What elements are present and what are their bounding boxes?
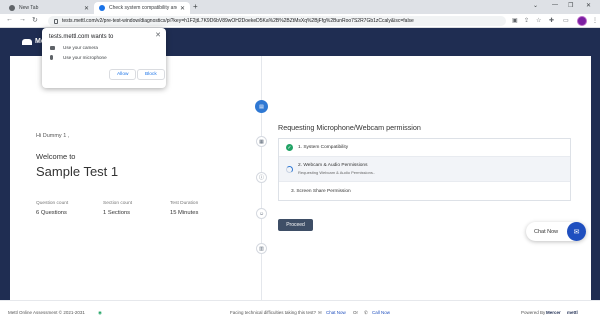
close-icon[interactable]: ✕	[84, 5, 89, 12]
back-arrow-icon[interactable]: ←	[6, 16, 13, 23]
phone-icon: ✆	[364, 310, 368, 315]
stat-question-count: Question count 6 Questions	[36, 201, 68, 216]
permission-heading: Requesting Microphone/Webcam permission	[278, 123, 421, 132]
bookmark-star-icon[interactable]: ☆	[536, 17, 541, 24]
browser-tab-strip: New Tab ✕ Check system compatibility and…	[0, 0, 600, 14]
permission-title: tests.mettl.com wants to	[49, 34, 114, 40]
or-text: Or	[353, 310, 358, 315]
close-icon[interactable]: ✕	[180, 5, 185, 12]
close-icon[interactable]: ✕	[155, 31, 161, 39]
allow-button[interactable]: Allow	[109, 69, 137, 80]
footer: Mettl Online Assessment © 2021-2031 ◉ Fa…	[0, 300, 600, 321]
window-close-icon[interactable]: ✕	[586, 2, 591, 9]
forward-arrow-icon[interactable]: →	[19, 16, 26, 23]
restore-icon[interactable]: ❐	[568, 2, 573, 9]
new-tab-plus-icon[interactable]: +	[193, 2, 198, 11]
mercer-logo: Mercer	[546, 310, 561, 315]
address-bar[interactable]: tests.mettl.com/v2/pre-test-window/diagn…	[48, 16, 506, 26]
profile-avatar[interactable]	[577, 16, 587, 26]
wifi-icon: ◉	[98, 310, 102, 315]
stat-label: Test Duration	[170, 201, 199, 206]
check-item-screen-share: 3. Screen Share Permission	[279, 182, 570, 201]
minimize-icon[interactable]: —	[552, 2, 558, 8]
stat-value: 6 Questions	[36, 210, 67, 216]
stat-label: Question count	[36, 201, 69, 206]
url-text: tests.mettl.com/v2/pre-test-window/diagn…	[62, 18, 414, 24]
mettl-logo: mettl	[567, 310, 578, 315]
check-item-webcam: 2. Webcam & Audio Permissions Requesting…	[279, 157, 570, 182]
permission-item-microphone: Use your microphone	[50, 55, 107, 60]
stat-label: Section count	[103, 201, 133, 206]
menu-kebab-icon[interactable]: ⋮	[592, 17, 598, 24]
extensions-puzzle-icon[interactable]: ✚	[549, 17, 554, 24]
test-name: Sample Test 1	[36, 164, 119, 179]
camera-icon	[50, 45, 55, 50]
chat-now-label: Chat Now	[534, 228, 559, 235]
permission-label: Use your microphone	[63, 55, 107, 60]
powered-by-text: Powered By	[521, 310, 546, 315]
greeting: Hi Dummy 1 ,	[36, 133, 70, 139]
footer-chat-now-link[interactable]: Chat Now	[326, 310, 346, 315]
check-item-system: ✓ 1. System Compatibility	[279, 139, 570, 157]
new-tab-favicon-icon	[9, 5, 15, 11]
step-grid-icon[interactable]: ▦	[256, 136, 267, 147]
camera-blocked-icon[interactable]: ▣	[512, 17, 518, 24]
diagnostics-checklist: ✓ 1. System Compatibility 2. Webcam & Au…	[278, 138, 571, 201]
footer-call-now-link[interactable]: Call Now	[372, 310, 390, 315]
check-label: 2. Webcam & Audio Permissions	[298, 163, 368, 168]
check-sublabel: Requesting Webcam & Audio Permissions..	[298, 170, 376, 175]
browser-toolbar: ← → ↻ tests.mettl.com/v2/pre-test-window…	[0, 14, 600, 28]
chat-now-widget[interactable]: Chat Now ✉	[526, 222, 586, 241]
help-text: Facing technical difficulties taking thi…	[230, 310, 316, 315]
logo-mark-icon	[22, 38, 32, 45]
reload-icon[interactable]: ↻	[32, 16, 38, 24]
proceed-button[interactable]: Proceed	[278, 219, 313, 231]
stat-value: 1 Sections	[103, 210, 131, 216]
step-permissions-icon[interactable]: ▤	[255, 100, 268, 113]
permission-item-camera: Use your camera	[50, 45, 98, 50]
chat-bubble-icon[interactable]: ✉	[567, 222, 586, 241]
permission-label: Use your camera	[63, 45, 98, 50]
mettl-favicon-icon	[99, 5, 105, 11]
check-label: 3. Screen Share Permission	[291, 189, 351, 194]
loading-spinner-icon	[286, 165, 293, 173]
check-done-icon: ✓	[286, 144, 293, 151]
stat-test-duration: Test Duration 15 Minutes	[170, 201, 198, 216]
welcome-heading: Welcome to	[36, 152, 76, 161]
check-label: 1. System Compatibility	[298, 145, 349, 150]
tab-title: New Tab	[19, 5, 39, 11]
step-profile-icon[interactable]: ☺	[256, 208, 267, 219]
lock-icon	[54, 18, 58, 24]
copyright-text: Mettl Online Assessment © 2021-2031	[8, 310, 85, 315]
tab-search-chevron-icon[interactable]: ⌄	[533, 2, 538, 9]
block-button[interactable]: Block	[137, 69, 165, 80]
tab-title: Check system compatibility and	[109, 5, 177, 11]
side-panel-icon[interactable]: ▭	[563, 17, 569, 24]
step-document-icon[interactable]: ▥	[256, 243, 267, 254]
permission-popup: tests.mettl.com wants to ✕ Use your came…	[42, 28, 166, 88]
tab-new-tab[interactable]: New Tab ✕	[4, 2, 94, 14]
step-info-icon[interactable]: ⓘ	[256, 172, 267, 183]
tab-active[interactable]: Check system compatibility and ✕	[94, 2, 190, 14]
share-icon[interactable]: ⇪	[524, 17, 529, 24]
microphone-icon	[50, 55, 53, 60]
stat-section-count: Section count 1 Sections	[103, 201, 132, 216]
chat-small-icon: ✉	[318, 310, 322, 315]
stat-value: 15 Minutes	[170, 210, 199, 216]
main-card: ▤ ▦ ⓘ ☺ ▥ Hi Dummy 1 , Welcome to Sample…	[10, 56, 591, 300]
